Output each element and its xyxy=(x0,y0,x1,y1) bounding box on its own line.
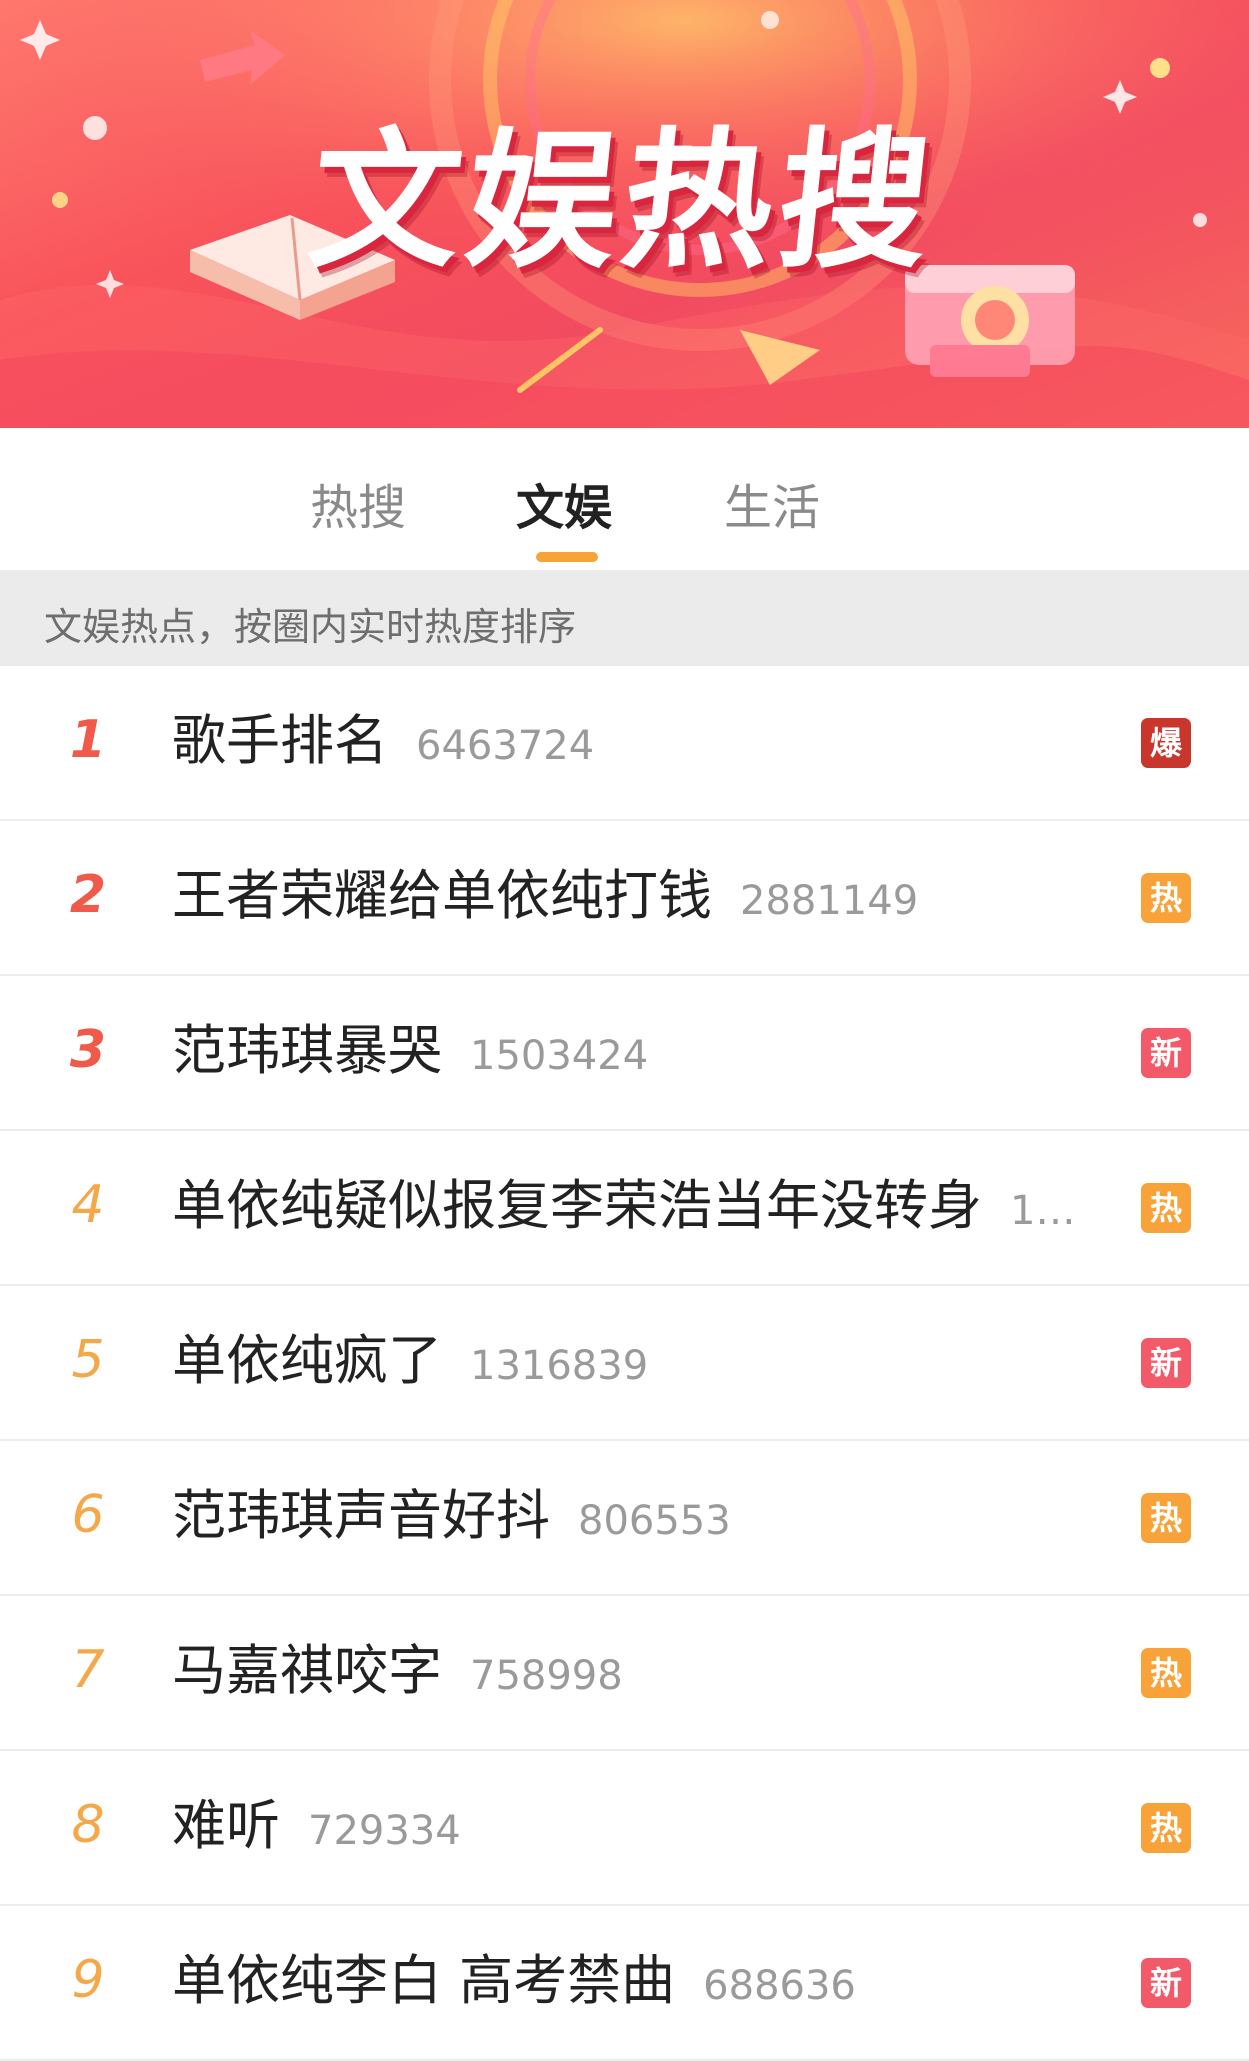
badge-re: 热 xyxy=(1141,1183,1191,1233)
rank-number: 5 xyxy=(71,1330,105,1390)
rank-number: 6 xyxy=(71,1485,105,1545)
list-item[interactable]: 5 单依纯疯了 1316839 新 xyxy=(0,1286,1249,1441)
badge-xin: 新 xyxy=(1141,1338,1191,1388)
topic-title: 单依纯李白 高考禁曲 xyxy=(172,1949,676,2012)
list-item-text: 单依纯疑似报复李荣浩当年没转身 1… xyxy=(172,1167,1092,1245)
topic-title: 马嘉祺咬字 xyxy=(172,1639,442,1702)
list-item-text: 范玮琪暴哭 1503424 xyxy=(172,1012,1092,1090)
rank-number: 1 xyxy=(69,710,107,770)
tab-life[interactable]: 生活 xyxy=(724,468,820,538)
badge-xin: 新 xyxy=(1141,1958,1191,2008)
list-item-text: 单依纯疯了 1316839 xyxy=(172,1322,1092,1400)
tab-hot-search[interactable]: 热搜 xyxy=(310,468,406,538)
rank-number: 7 xyxy=(71,1640,105,1700)
active-tab-indicator xyxy=(536,552,598,562)
rank-number: 2 xyxy=(69,865,107,925)
topic-title: 范玮琪声音好抖 xyxy=(172,1484,550,1547)
rank-number: 4 xyxy=(71,1175,105,1235)
list-item[interactable]: 3 范玮琪暴哭 1503424 新 xyxy=(0,976,1249,1131)
tab-bar: 热搜 文娱 生活 xyxy=(0,428,1249,570)
heat-count: 758998 xyxy=(470,1653,623,1699)
heat-count: 1503424 xyxy=(470,1033,649,1079)
badge-re: 热 xyxy=(1141,1493,1191,1543)
badge-re: 热 xyxy=(1141,1803,1191,1853)
list-item[interactable]: 2 王者荣耀给单依纯打钱 2881149 热 xyxy=(0,821,1249,976)
hot-search-list: 1 歌手排名 6463724 爆 2 王者荣耀给单依纯打钱 2881149 热 3 … xyxy=(0,666,1249,2061)
list-item[interactable]: 8 难听 729334 热 xyxy=(0,1751,1249,1906)
heat-count: 806553 xyxy=(578,1498,731,1544)
list-item[interactable]: 6 范玮琪声音好抖 806553 热 xyxy=(0,1441,1249,1596)
topic-title: 单依纯疑似报复李荣浩当年没转身 xyxy=(172,1174,982,1237)
list-item-text: 难听 729334 xyxy=(172,1787,1092,1865)
badge-xin: 新 xyxy=(1141,1028,1191,1078)
rank-number: 9 xyxy=(71,1950,105,2010)
list-item-text: 王者荣耀给单依纯打钱 2881149 xyxy=(172,857,1092,935)
heat-count: 2881149 xyxy=(740,878,919,924)
badge-re: 热 xyxy=(1141,873,1191,923)
tab-entertainment[interactable]: 文娱 xyxy=(516,468,612,538)
heat-count: 1316839 xyxy=(470,1343,649,1389)
banner-title: 文娱热搜 xyxy=(301,115,945,289)
list-item[interactable]: 9 单依纯李白 高考禁曲 688636 新 xyxy=(0,1906,1249,2061)
list-item[interactable]: 7 马嘉祺咬字 758998 热 xyxy=(0,1596,1249,1751)
rank-number: 8 xyxy=(71,1795,105,1855)
heat-count: 1… xyxy=(1010,1188,1076,1234)
topic-title: 歌手排名 xyxy=(172,709,388,772)
list-item[interactable]: 4 单依纯疑似报复李荣浩当年没转身 1… 热 xyxy=(0,1131,1249,1286)
list-item-text: 马嘉祺咬字 758998 xyxy=(172,1632,1092,1710)
list-item-text: 范玮琪声音好抖 806553 xyxy=(172,1477,1092,1555)
list-description: 文娱热点，按圈内实时热度排序 xyxy=(44,605,577,649)
banner: 文娱热搜 xyxy=(0,0,1249,428)
list-description-bar: 文娱热点，按圈内实时热度排序 xyxy=(0,570,1249,666)
rank-number: 3 xyxy=(69,1020,107,1080)
heat-count: 688636 xyxy=(703,1963,856,2009)
topic-title: 王者荣耀给单依纯打钱 xyxy=(172,864,712,927)
list-item[interactable]: 1 歌手排名 6463724 爆 xyxy=(0,666,1249,821)
list-item-text: 歌手排名 6463724 xyxy=(172,702,1092,780)
list-item-text: 单依纯李白 高考禁曲 688636 xyxy=(172,1942,1092,2020)
topic-title: 范玮琪暴哭 xyxy=(172,1019,442,1082)
badge-bao: 爆 xyxy=(1141,718,1191,768)
badge-re: 热 xyxy=(1141,1648,1191,1698)
heat-count: 729334 xyxy=(308,1808,461,1854)
heat-count: 6463724 xyxy=(416,723,595,769)
topic-title: 单依纯疯了 xyxy=(172,1329,442,1392)
topic-title: 难听 xyxy=(172,1794,280,1857)
